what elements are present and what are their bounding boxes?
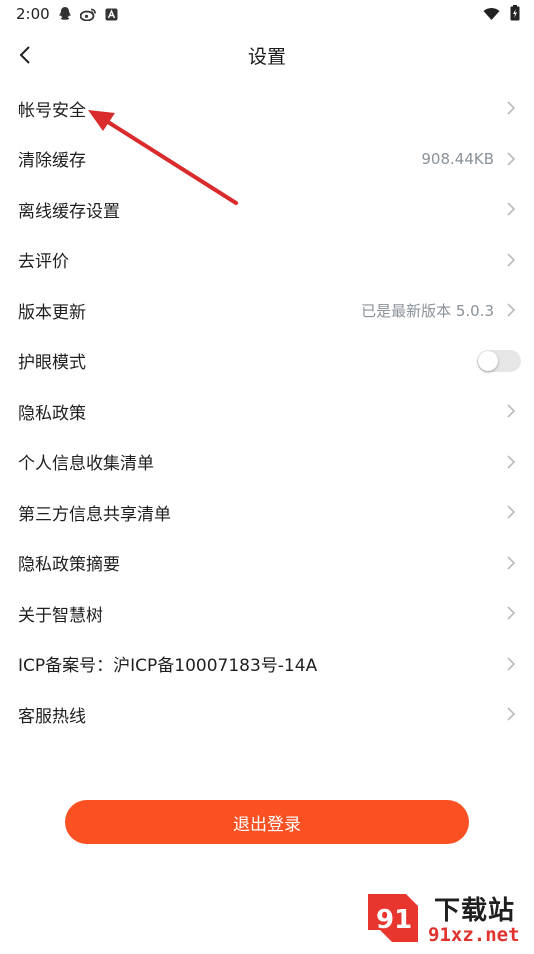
row-label: 关于智慧树 bbox=[18, 605, 103, 626]
settings-row-rate-app[interactable]: 去评价 bbox=[0, 235, 534, 286]
settings-row-clear-cache[interactable]: 清除缓存 908.44KB bbox=[0, 134, 534, 185]
status-bar: 2:00 bbox=[0, 0, 534, 28]
row-label: 客服热线 bbox=[18, 706, 86, 727]
chevron-right-icon bbox=[507, 556, 516, 570]
battery-charging-icon bbox=[510, 5, 520, 25]
qq-icon bbox=[58, 6, 72, 25]
row-label: 个人信息收集清单 bbox=[18, 454, 154, 475]
row-label: 版本更新 bbox=[18, 302, 86, 323]
watermark-title: 下载站 bbox=[434, 896, 516, 926]
logout-button[interactable]: 退出登录 bbox=[65, 800, 469, 844]
version-status-value: 已是最新版本 5.0.3 bbox=[361, 301, 494, 320]
page-title: 设置 bbox=[247, 46, 286, 68]
chevron-right-icon bbox=[507, 404, 516, 418]
chevron-right-icon bbox=[507, 253, 516, 267]
chevron-right-icon bbox=[507, 657, 516, 671]
row-label: ICP备案号：沪ICP备10007183号-14A bbox=[18, 656, 318, 677]
site-watermark: 91 下载站 91xz.net bbox=[362, 888, 534, 950]
settings-row-about[interactable]: 关于智慧树 bbox=[0, 588, 534, 639]
chevron-right-icon bbox=[507, 606, 516, 620]
settings-row-version-update[interactable]: 版本更新 已是最新版本 5.0.3 bbox=[0, 285, 534, 336]
settings-row-eye-protection: 护眼模式 bbox=[0, 336, 534, 387]
chevron-right-icon bbox=[507, 202, 516, 216]
settings-row-customer-service[interactable]: 客服热线 bbox=[0, 689, 534, 740]
settings-row-privacy-policy[interactable]: 隐私政策 bbox=[0, 386, 534, 437]
settings-row-offline-cache[interactable]: 离线缓存设置 bbox=[0, 184, 534, 235]
wifi-icon bbox=[483, 6, 500, 25]
chevron-right-icon bbox=[507, 152, 516, 166]
settings-row-third-party-sharing[interactable]: 第三方信息共享清单 bbox=[0, 487, 534, 538]
settings-row-personal-info-list[interactable]: 个人信息收集清单 bbox=[0, 437, 534, 488]
eye-protection-toggle[interactable] bbox=[477, 349, 521, 372]
top-app-bar: 设置 bbox=[0, 28, 534, 84]
chevron-right-icon bbox=[507, 303, 516, 317]
status-time: 2:00 bbox=[16, 5, 50, 23]
row-label: 帐号安全 bbox=[18, 100, 86, 121]
chevron-right-icon bbox=[507, 455, 516, 469]
settings-row-privacy-summary[interactable]: 隐私政策摘要 bbox=[0, 538, 534, 589]
row-label: 护眼模式 bbox=[18, 353, 86, 374]
app-notification-icon bbox=[105, 6, 118, 25]
row-label: 第三方信息共享清单 bbox=[18, 504, 171, 525]
row-label: 离线缓存设置 bbox=[18, 201, 120, 222]
row-label: 清除缓存 bbox=[18, 151, 86, 172]
watermark-logo-icon: 91 bbox=[368, 894, 418, 942]
settings-row-account-security[interactable]: 帐号安全 bbox=[0, 83, 534, 134]
row-label: 隐私政策 bbox=[18, 403, 86, 424]
row-label: 隐私政策摘要 bbox=[18, 555, 120, 576]
svg-text:91: 91 bbox=[376, 905, 412, 935]
row-label: 去评价 bbox=[18, 252, 69, 273]
settings-row-icp[interactable]: ICP备案号：沪ICP备10007183号-14A bbox=[0, 639, 534, 690]
chevron-right-icon bbox=[507, 101, 516, 115]
cache-size-value: 908.44KB bbox=[421, 149, 494, 168]
watermark-domain: 91xz.net bbox=[428, 924, 520, 946]
settings-list: 帐号安全 清除缓存 908.44KB 离线缓存设置 去评价 版本更新 已是最新版… bbox=[0, 83, 534, 740]
chevron-right-icon bbox=[507, 505, 516, 519]
chevron-right-icon bbox=[507, 707, 516, 721]
weibo-icon bbox=[79, 6, 97, 25]
toggle-knob bbox=[478, 350, 498, 371]
